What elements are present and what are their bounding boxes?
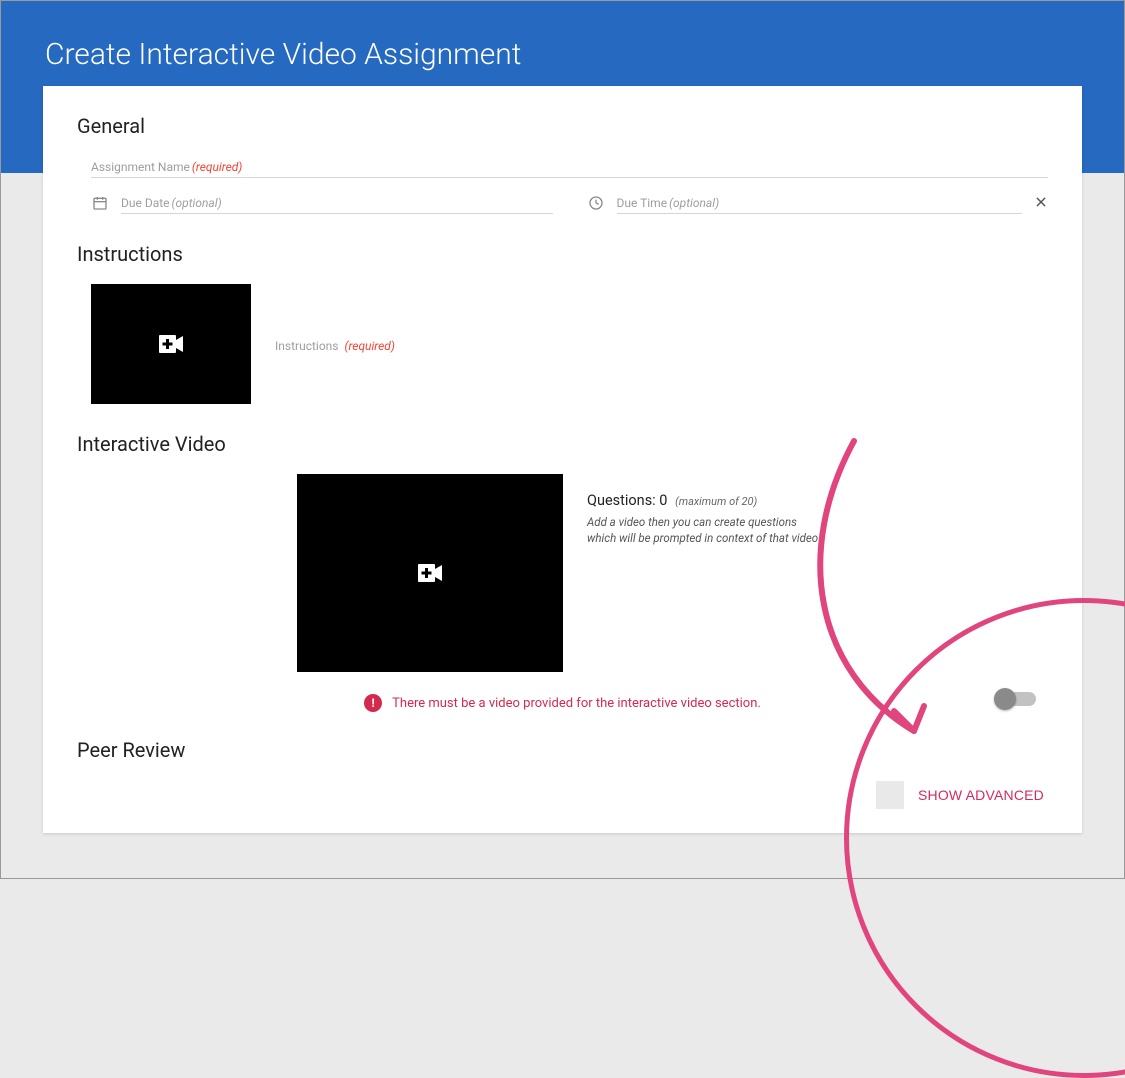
- heading-interactive-video: Interactive Video: [77, 432, 1048, 456]
- form-card: General Assignment Name (required): [43, 86, 1082, 833]
- page-title: Create Interactive Video Assignment: [45, 37, 521, 72]
- due-date-input[interactable]: Due Date (optional): [121, 192, 553, 214]
- questions-max-hint: (maximum of 20): [675, 495, 757, 508]
- instructions-video-placeholder[interactable]: [91, 284, 251, 404]
- bottom-action-bar: SHOW ADVANCED: [77, 729, 1048, 809]
- interactive-video-error: ! There must be a video provided for the…: [77, 694, 1048, 712]
- peer-review-toggle[interactable]: [998, 692, 1036, 706]
- show-advanced-button[interactable]: SHOW ADVANCED: [914, 781, 1048, 809]
- interactive-video-hint: Add a video then you can create question…: [587, 515, 827, 546]
- due-time-hint: (optional): [669, 196, 719, 210]
- error-icon: !: [364, 694, 382, 712]
- section-instructions: Instructions Instructions (required): [77, 242, 1048, 404]
- section-general: General Assignment Name (required): [77, 114, 1048, 214]
- questions-count: 0: [659, 492, 667, 509]
- due-time-label: Due Time: [617, 196, 668, 210]
- clock-icon: [587, 194, 605, 212]
- assignment-name-label: Assignment Name: [91, 160, 190, 174]
- due-date-label: Due Date: [121, 196, 170, 210]
- due-time-input[interactable]: Due Time (optional): [617, 192, 1023, 214]
- due-date-hint: (optional): [172, 196, 222, 210]
- instructions-label: Instructions: [275, 339, 338, 353]
- section-interactive-video: Interactive Video Questions: 0 (maximum …: [77, 432, 1048, 712]
- interactive-video-placeholder[interactable]: [297, 474, 563, 672]
- assignment-name-input[interactable]: Assignment Name (required): [91, 156, 1048, 178]
- heading-instructions: Instructions: [77, 242, 1048, 266]
- video-add-icon: [159, 335, 183, 353]
- clear-due-time-button[interactable]: [1034, 194, 1048, 213]
- disabled-action-placeholder: [876, 781, 904, 809]
- calendar-icon: [91, 194, 109, 212]
- instructions-required-hint: (required): [344, 339, 394, 353]
- video-add-icon: [418, 564, 442, 582]
- questions-count-line: Questions: 0 (maximum of 20): [587, 492, 827, 509]
- heading-general: General: [77, 114, 1048, 138]
- questions-label: Questions:: [587, 492, 656, 509]
- interactive-video-error-text: There must be a video provided for the i…: [392, 696, 761, 711]
- assignment-name-required-hint: (required): [192, 160, 242, 174]
